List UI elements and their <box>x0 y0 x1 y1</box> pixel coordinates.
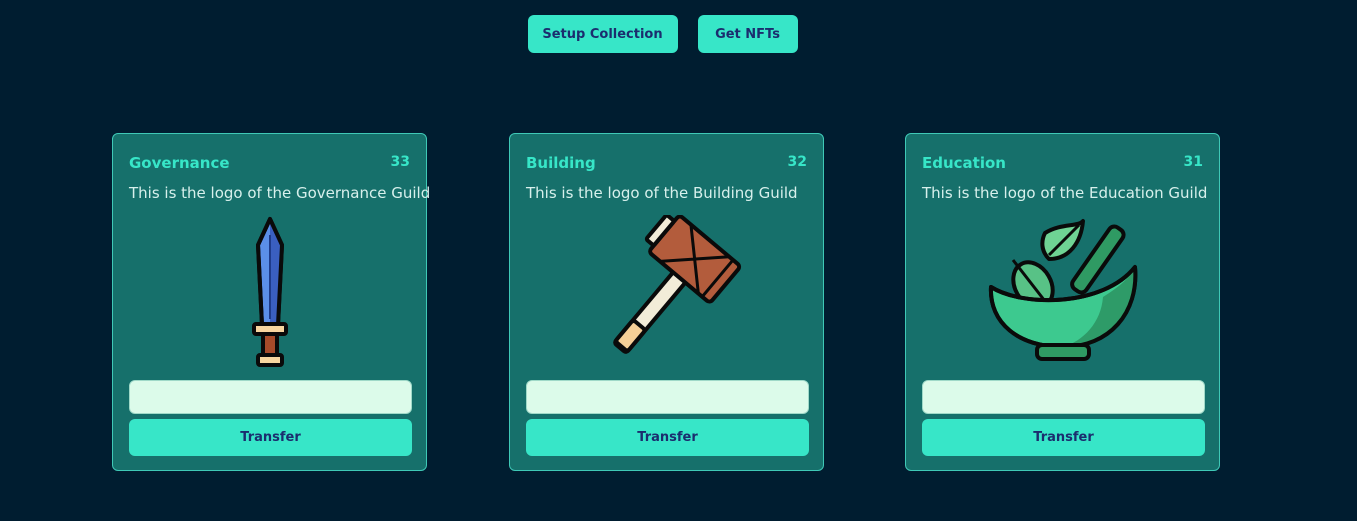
transfer-address-input[interactable] <box>129 380 412 414</box>
card-description: This is the logo of the Building Guild <box>526 184 798 202</box>
nft-card-governance: Governance 33 This is the logo of the Go… <box>112 133 431 471</box>
sword-icon <box>113 212 426 372</box>
nft-card-education: Education 31 This is the logo of the Edu… <box>905 133 1220 471</box>
mortar-pestle-icon <box>906 212 1219 372</box>
card-count: 32 <box>787 154 807 170</box>
transfer-address-input[interactable] <box>922 380 1205 414</box>
transfer-button[interactable]: Transfer <box>526 419 809 456</box>
setup-collection-button[interactable]: Setup Collection <box>527 15 678 53</box>
transfer-button[interactable]: Transfer <box>129 419 412 456</box>
card-count: 31 <box>1183 154 1203 170</box>
card-title: Education <box>922 154 1006 172</box>
card-title: Building <box>526 154 596 172</box>
card-title: Governance <box>129 154 230 172</box>
card-description: This is the logo of the Governance Guild <box>129 184 431 202</box>
transfer-button[interactable]: Transfer <box>922 419 1205 456</box>
transfer-address-input[interactable] <box>526 380 809 414</box>
top-toolbar: Setup Collection Get NFTs <box>0 15 1357 53</box>
card-description: This is the logo of the Education Guild <box>922 184 1208 202</box>
get-nfts-button[interactable]: Get NFTs <box>697 15 798 53</box>
nft-card-building: Building 32 This is the logo of the Buil… <box>509 133 824 471</box>
card-count: 33 <box>390 154 410 170</box>
hammer-icon <box>510 212 823 372</box>
